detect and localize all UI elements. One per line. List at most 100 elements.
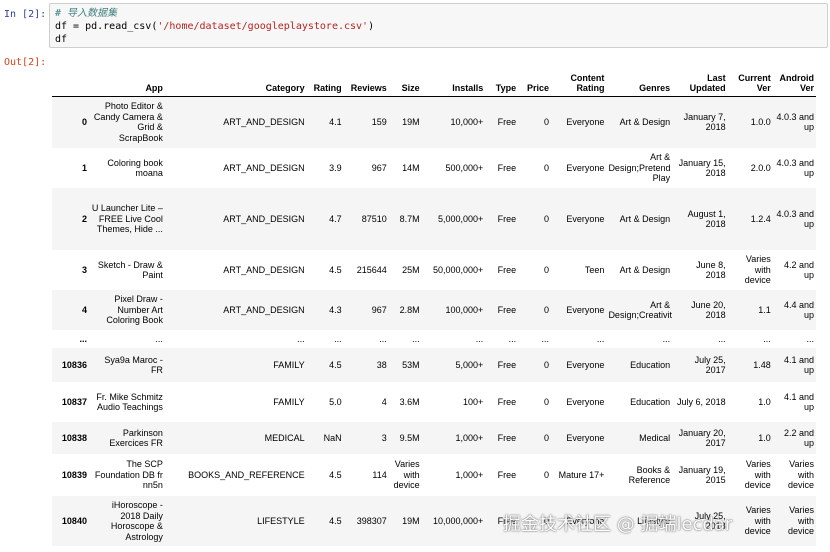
table-cell: 50,000,000+ — [432, 264, 484, 275]
table-cell: Free — [497, 359, 517, 370]
table-cell: Books & Reference — [628, 464, 671, 486]
table-cell: Mature 17+ — [558, 469, 605, 480]
table-cell: 3 — [381, 432, 387, 443]
table-cell: Varies with device — [744, 505, 771, 537]
table-cell: ... — [596, 333, 605, 344]
table-cell: Free — [497, 432, 517, 443]
table-cell: 4.7 — [329, 213, 342, 224]
table-cell: Varies with device — [744, 254, 771, 286]
column-header: Size — [401, 83, 420, 93]
row-index: 10836 — [61, 359, 87, 370]
code-editor[interactable]: # 导入数据集 df = pd.read_csv('/home/dataset/… — [55, 7, 374, 46]
table-row: 10837 Fr. Mike Schmitz Audio Teachings FAM… — [52, 382, 816, 422]
table-cell: 4.4 and up — [783, 299, 814, 321]
table-cell: Education — [630, 396, 671, 407]
table-cell: ... — [155, 333, 163, 344]
row-index: 1 — [81, 162, 87, 173]
code-cell[interactable]: # 导入数据集 df = pd.read_csv('/home/dataset/… — [49, 3, 828, 48]
table-cell: Art & Design — [619, 213, 671, 224]
table-cell: ... — [508, 333, 517, 344]
table-cell: Free — [497, 162, 517, 173]
table-cell: Everyone — [566, 117, 605, 127]
table-cell: 4.5 — [329, 359, 342, 370]
table-cell: 0 — [543, 117, 549, 127]
table-cell: ... — [541, 333, 549, 344]
table-cell: Varies with device — [787, 505, 814, 537]
column-header: Price — [526, 83, 549, 93]
table-row: 3 Sketch - Draw & Paint ART_AND_DESIGN 4.5 2… — [52, 250, 816, 290]
code-line-3: df — [55, 34, 68, 45]
table-row: 10838 Parkinson Exercices FR MEDICAL NaN 3 9.… — [52, 422, 816, 454]
table-cell: 0 — [543, 469, 549, 480]
table-cell: Fr. Mike Schmitz Audio Teachings — [96, 391, 163, 413]
table-cell: Free — [497, 396, 517, 407]
table-cell: 10,000,000+ — [432, 515, 484, 526]
output-prompt: Out[2]: — [4, 57, 47, 68]
table-cell: 0 — [543, 162, 549, 173]
table-cell: Education — [630, 359, 671, 370]
table-cell: 3.6M — [399, 396, 420, 407]
code-line-2b: ) — [368, 21, 375, 32]
table-cell: Parkinson Exercices FR — [109, 427, 163, 449]
table-cell: 4.5 — [329, 515, 342, 526]
table-cell: 87510 — [361, 213, 387, 224]
table-cell: Coloring book moana — [107, 157, 163, 179]
input-prompt: In [2]: — [4, 9, 47, 20]
table-cell: 4.1 and up — [783, 391, 814, 413]
table-cell: 114 — [372, 469, 387, 480]
column-header: Rating — [313, 83, 342, 93]
table-cell: U Launcher Lite – FREE Live Cool Themes,… — [91, 203, 163, 235]
table-cell: 0 — [543, 432, 549, 443]
table-cell: Pixel Draw - Number Art Coloring Book — [106, 294, 163, 326]
table-cell: Free — [497, 117, 517, 127]
table-cell: January 19, 2015 — [678, 464, 726, 486]
column-header: Reviews — [350, 83, 387, 93]
table-cell: Everyone — [566, 213, 605, 224]
table-cell: 215644 — [356, 264, 387, 275]
table-cell: Everyone — [566, 359, 605, 370]
table-cell: 0 — [543, 264, 549, 275]
table-cell: Free — [497, 213, 517, 224]
output-area[interactable]: App Category Rating Reviews Size Installs Type… — [52, 62, 830, 552]
table-row: 10836 Sya9a Maroc - FR FAMILY 4.5 38 53M 5,000… — [52, 348, 816, 382]
watermark: 掘金技术社区 @ 掘端lecdar — [503, 514, 733, 535]
table-cell: 0 — [543, 359, 549, 370]
table-cell: Everyone — [566, 162, 605, 173]
table-cell: ... — [806, 333, 814, 344]
table-cell: Varies with device — [744, 459, 771, 491]
table-cell: 967 — [371, 162, 387, 173]
table-row: 10839 The SCP Foundation DB fr nn5n BOOKS_… — [52, 454, 816, 496]
table-row: 1 Coloring book moana ART_AND_DESIGN 3.9 967… — [52, 148, 816, 188]
table-cell: 5.0 — [329, 396, 342, 407]
table-cell: 8.7M — [399, 213, 420, 224]
table-cell: 0 — [543, 213, 549, 224]
table-cell: 1.0 — [758, 432, 771, 443]
dataframe-table: App Category Rating Reviews Size Installs Type… — [52, 62, 816, 546]
table-cell: Art & Design;Pretend Play — [608, 152, 671, 184]
table-row: 0 Photo Editor & Candy Camera & Grid & Sc… — [52, 96, 816, 148]
table-cell: 100,000+ — [445, 304, 484, 315]
table-cell: Sya9a Maroc - FR — [104, 354, 163, 376]
table-cell: Art & Design;Creativity — [608, 299, 673, 321]
row-index: 2 — [81, 213, 87, 224]
row-index: 10837 — [61, 396, 87, 407]
table-header-row: App Category Rating Reviews Size Installs Type… — [52, 62, 816, 96]
table-cell: BOOKS_AND_REFERENCE — [188, 469, 305, 480]
table-cell: Everyone — [566, 396, 605, 407]
row-index: 0 — [81, 117, 87, 127]
table-cell: 14M — [402, 162, 420, 173]
table-cell: 2.2 and up — [783, 427, 814, 449]
table-cell: ART_AND_DESIGN — [223, 117, 305, 127]
table-cell: 4.3 — [329, 304, 342, 315]
table-cell: ... — [662, 333, 671, 344]
table-row: ........................................… — [52, 330, 816, 348]
table-cell: 4.2 and up — [783, 259, 814, 281]
table-cell: ... — [334, 333, 342, 344]
table-cell: 4.1 and up — [783, 354, 814, 376]
table-cell: 1.2.4 — [750, 213, 771, 224]
table-cell: ... — [718, 333, 726, 344]
row-index: 4 — [81, 304, 87, 315]
table-row: 4 Pixel Draw - Number Art Coloring Book AR… — [52, 290, 816, 330]
table-cell: January 7, 2018 — [683, 111, 726, 133]
table-cell: 1,000+ — [455, 469, 484, 480]
